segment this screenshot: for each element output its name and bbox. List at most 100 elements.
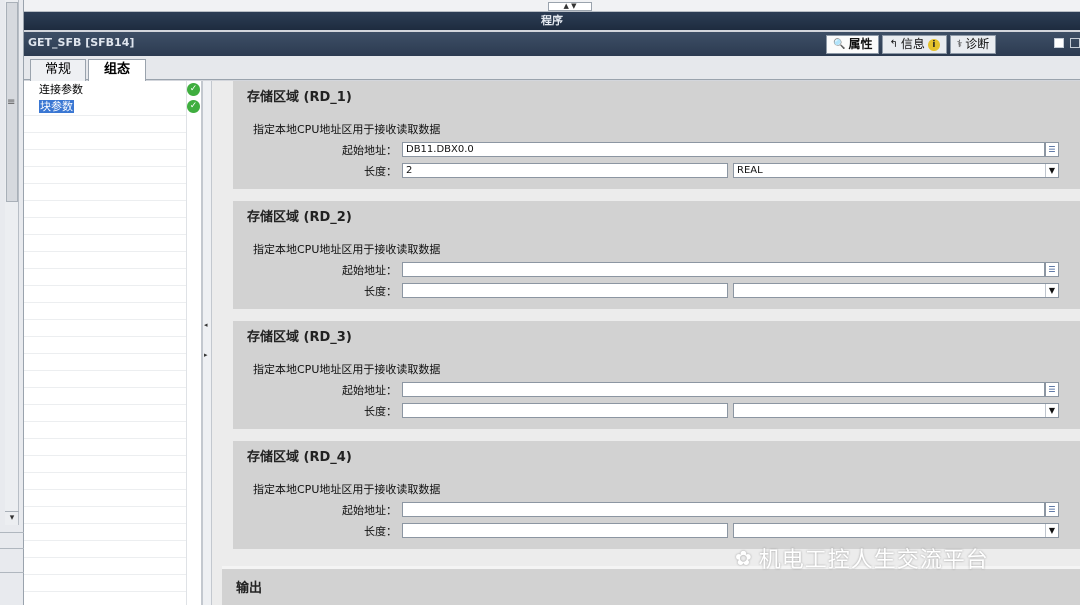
length-field[interactable] xyxy=(402,283,728,298)
tab-info-label: 信息 xyxy=(900,37,925,51)
grip-icon[interactable]: ≡ xyxy=(7,97,15,108)
chevron-down-icon[interactable]: ▼ xyxy=(1045,524,1058,537)
row-line xyxy=(24,421,186,422)
row-line xyxy=(24,149,186,150)
splitter-toggle-icon[interactable]: ▲ ▼ xyxy=(548,2,592,11)
row-line xyxy=(24,217,186,218)
tab-diagnostics-label: 诊断 xyxy=(965,37,990,51)
nav-item-connection-params[interactable]: 连接参数 ✓ xyxy=(39,83,200,97)
nav-item-label: 连接参数 xyxy=(39,83,83,96)
section-title: 存储区域 (RD_3) xyxy=(247,330,352,345)
length-field[interactable]: 2 xyxy=(402,163,728,178)
check-icon: ✓ xyxy=(187,83,200,96)
row-line xyxy=(24,200,186,201)
row-line xyxy=(24,251,186,252)
tab-properties-label: 属性 xyxy=(848,37,873,51)
section-title: 存储区域 (RD_4) xyxy=(247,450,352,465)
nav-tree: 连接参数 ✓ 块参数 ✓ xyxy=(24,81,202,605)
length-label: 长度： xyxy=(364,405,397,418)
start-address-field[interactable] xyxy=(402,382,1045,397)
address-browse-icon[interactable]: ☰ xyxy=(1045,262,1059,277)
start-address-field[interactable] xyxy=(402,262,1045,277)
row-line xyxy=(24,472,186,473)
row-line xyxy=(24,370,186,371)
row-line xyxy=(24,523,186,524)
row-line xyxy=(24,268,186,269)
row-line xyxy=(24,115,186,116)
storage-area-rd1: 存储区域 (RD_1) 指定本地CPU地址区用于接收读取数据 起始地址： DB1… xyxy=(233,81,1080,189)
row-line xyxy=(24,353,186,354)
address-browse-icon[interactable]: ☰ xyxy=(1045,502,1059,517)
maximize-window-icon[interactable] xyxy=(1070,38,1080,48)
data-type-dropdown[interactable]: ▼ xyxy=(733,403,1059,418)
data-type-dropdown[interactable]: ▼ xyxy=(733,283,1059,298)
row-line xyxy=(24,132,186,133)
tab-general[interactable]: 常规 xyxy=(30,59,86,81)
length-label: 长度： xyxy=(364,525,397,538)
gutter-divider xyxy=(0,532,24,533)
info-arrow-icon: ↰ xyxy=(889,39,898,50)
length-label: 长度： xyxy=(364,285,397,298)
section-description: 指定本地CPU地址区用于接收读取数据 xyxy=(253,483,441,496)
row-line xyxy=(24,404,186,405)
parameters-panel: 存储区域 (RD_1) 指定本地CPU地址区用于接收读取数据 起始地址： DB1… xyxy=(212,81,1080,605)
inspector-header: GET_SFB [SFB14] 🔍 属性 ↰ 信息 i ⚕ 诊断 xyxy=(24,32,1080,56)
row-line xyxy=(24,166,186,167)
row-line xyxy=(24,285,186,286)
row-line xyxy=(24,438,186,439)
row-line xyxy=(24,574,186,575)
storage-area-rd4: 存储区域 (RD_4) 指定本地CPU地址区用于接收读取数据 起始地址： ☰ 长… xyxy=(233,441,1080,549)
row-line xyxy=(24,336,186,337)
chevron-down-icon[interactable]: ▼ xyxy=(1045,284,1058,297)
section-description: 指定本地CPU地址区用于接收读取数据 xyxy=(253,123,441,136)
chevron-down-icon[interactable]: ▼ xyxy=(1045,404,1058,417)
diagnostics-icon: ⚕ xyxy=(956,39,963,50)
restore-window-icon[interactable] xyxy=(1054,38,1064,48)
address-browse-icon[interactable]: ☰ xyxy=(1045,382,1059,397)
start-address-label: 起始地址： xyxy=(342,264,397,277)
row-line xyxy=(24,387,186,388)
data-type-dropdown[interactable]: ▼ xyxy=(733,523,1059,538)
data-type-dropdown[interactable]: REAL ▼ xyxy=(733,163,1059,178)
section-title: 存储区域 (RD_2) xyxy=(247,210,352,225)
address-browse-icon[interactable]: ☰ xyxy=(1045,142,1059,157)
start-address-field[interactable]: DB11.DBX0.0 xyxy=(402,142,1045,157)
data-type-value: REAL xyxy=(737,165,763,176)
row-line xyxy=(24,319,186,320)
row-line xyxy=(24,183,186,184)
row-line xyxy=(24,302,186,303)
tab-info[interactable]: ↰ 信息 i xyxy=(882,35,947,54)
scroll-down-arrow-icon[interactable]: ▾ xyxy=(5,511,19,525)
row-line xyxy=(24,540,186,541)
length-field[interactable] xyxy=(402,523,728,538)
inspector-tabs: 🔍 属性 ↰ 信息 i ⚕ 诊断 xyxy=(826,35,997,54)
tab-properties[interactable]: 🔍 属性 xyxy=(826,35,880,54)
row-line xyxy=(24,557,186,558)
properties-tabs: 常规 组态 xyxy=(24,56,1080,82)
start-address-label: 起始地址： xyxy=(342,504,397,517)
section-description: 指定本地CPU地址区用于接收读取数据 xyxy=(253,363,441,376)
nav-splitter[interactable]: ◂ ▸ xyxy=(202,81,212,605)
gutter-divider xyxy=(0,572,24,573)
gutter-divider xyxy=(0,548,24,549)
length-field[interactable] xyxy=(402,403,728,418)
instance-label: GET_SFB [SFB14] xyxy=(28,36,135,49)
nav-item-block-params[interactable]: 块参数 ✓ xyxy=(38,99,200,114)
wechat-icon: ✿ xyxy=(735,546,753,570)
collapse-left-icon[interactable]: ◂ xyxy=(204,321,208,329)
nav-divider xyxy=(186,81,187,605)
row-line xyxy=(24,489,186,490)
row-line xyxy=(24,591,186,592)
expand-right-icon[interactable]: ▸ xyxy=(204,351,208,359)
output-title: 输出 xyxy=(236,581,263,596)
start-address-field[interactable] xyxy=(402,502,1045,517)
chevron-down-icon[interactable]: ▼ xyxy=(1045,164,1058,177)
vertical-scrollbar[interactable]: ▾ xyxy=(5,0,19,525)
length-label: 长度： xyxy=(364,165,397,178)
tab-configuration[interactable]: 组态 xyxy=(88,59,146,82)
start-address-label: 起始地址： xyxy=(342,144,397,157)
check-icon: ✓ xyxy=(187,100,200,113)
row-line xyxy=(24,506,186,507)
tab-diagnostics[interactable]: ⚕ 诊断 xyxy=(949,35,997,54)
row-line xyxy=(24,234,186,235)
